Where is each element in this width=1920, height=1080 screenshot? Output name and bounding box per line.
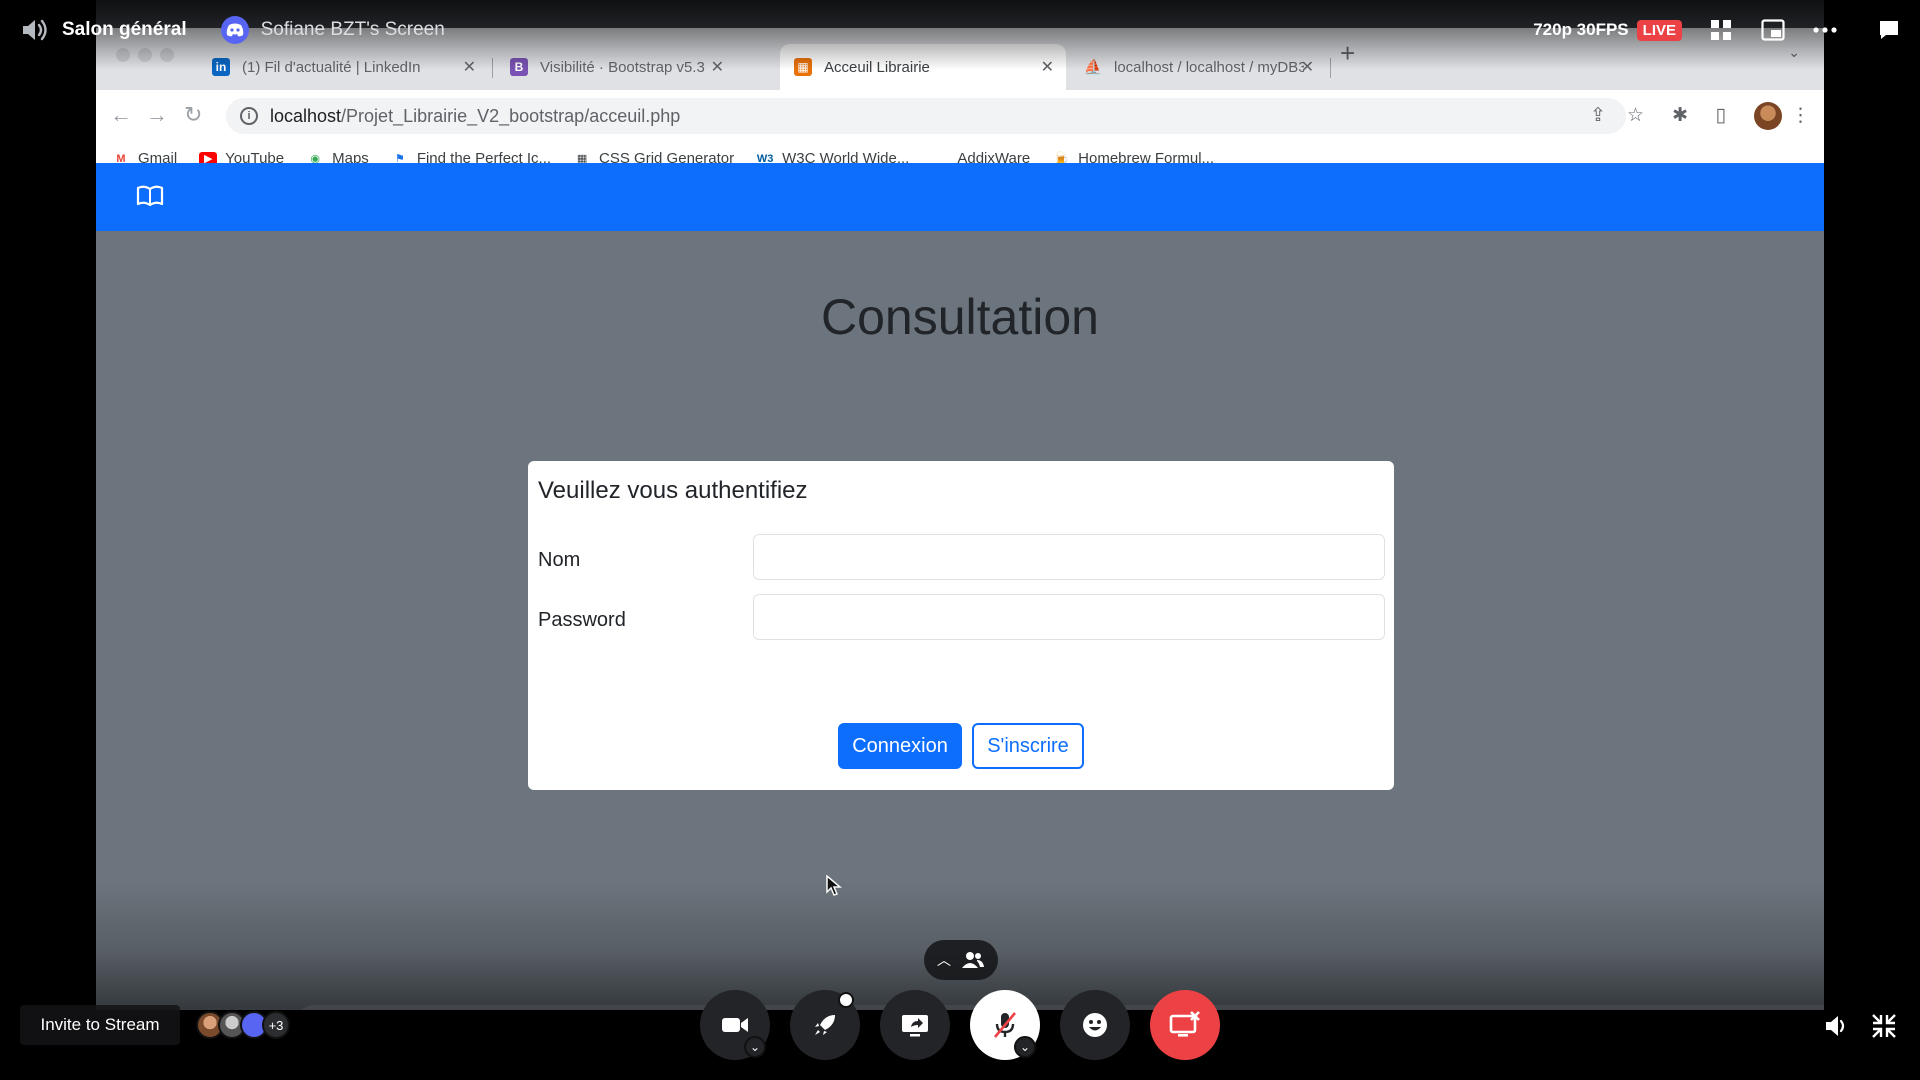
muted-mic-icon [994,1012,1016,1038]
register-button[interactable]: S'inscrire [972,723,1084,769]
invite-to-stream-button[interactable]: Invite to Stream [20,1005,180,1045]
more-viewers-count: +3 [262,1011,290,1039]
password-label: Password [538,609,626,631]
login-card-title: Veuillez vous authentifiez [538,477,808,504]
forward-icon[interactable]: → [146,102,168,128]
book-icon[interactable] [136,185,164,207]
live-badge: LIVE [1636,19,1682,41]
smiley-icon [1083,1013,1107,1037]
viewer-avatars[interactable]: +3 [196,1011,290,1039]
share-icon[interactable]: ⇪ [1590,104,1606,127]
chevron-down-icon[interactable]: ⌄ [744,1036,766,1058]
exit-fullscreen-icon[interactable] [1870,1012,1898,1040]
rocket-icon [815,1015,835,1035]
screen-share-icon [902,1015,928,1037]
profile-avatar[interactable] [1754,102,1782,130]
people-icon [962,952,984,968]
url-text: localhost/Projet_Librairie_V2_bootstrap/… [270,105,681,126]
login-card: Veuillez vous authentifiez Nom Password … [528,461,1394,790]
more-icon[interactable] [1812,17,1838,43]
stream-quality: 720p 30FPS [1533,20,1629,39]
site-navbar [96,163,1824,231]
reload-icon[interactable]: ↻ [184,102,202,128]
emoji-button[interactable] [1060,990,1130,1060]
extensions-icon[interactable]: ✱ [1672,104,1688,127]
side-panel-icon[interactable]: ▯ [1716,104,1726,127]
password-input[interactable] [753,594,1385,640]
screen-share-button[interactable] [880,990,950,1060]
stream-header-actions: 720p 30FPS LIVE [1533,14,1902,46]
discord-stream-window: in (1) Fil d'actualité | LinkedIn ✕ B Vi… [0,0,1920,1080]
volume-icon[interactable] [1822,1012,1850,1040]
notification-dot [838,992,854,1008]
shared-screen: in (1) Fil d'actualité | LinkedIn ✕ B Vi… [96,0,1824,1010]
show-participants-button[interactable]: ︿ [924,940,998,980]
chevron-up-icon: ︿ [937,952,951,968]
chat-icon[interactable] [1876,17,1902,43]
discord-logo-icon [220,16,249,44]
bookmark-star-icon[interactable]: ☆ [1627,104,1644,127]
grid-icon[interactable] [1708,17,1734,43]
browser-toolbar: ← → ↻ i localhost/Projet_Librairie_V2_bo… [96,90,1824,142]
page-title: Consultation [821,289,1099,345]
camera-icon [722,1018,748,1032]
site-info-icon[interactable]: i [240,107,258,125]
browser-menu-icon[interactable]: ⋮ [1791,104,1810,127]
speaker-icon [23,19,47,41]
chevron-down-icon[interactable]: ⌄ [1014,1036,1036,1058]
mute-button[interactable]: ⌄ [970,990,1040,1060]
stop-screen-share-icon [1169,1011,1200,1037]
voice-channel-name[interactable]: Salon général [62,19,187,41]
camera-button[interactable]: ⌄ [700,990,770,1060]
stream-title: Sofiane BZT's Screen [260,19,445,40]
back-icon[interactable]: ← [110,102,132,128]
popout-icon[interactable] [1760,17,1786,43]
address-bar[interactable]: i localhost/Projet_Librairie_V2_bootstra… [226,98,1626,134]
activities-button[interactable] [790,990,860,1060]
stream-header: Salon général Sofiane BZT's Screen [20,14,445,46]
login-button[interactable]: Connexion [838,723,962,769]
name-input[interactable] [753,534,1385,580]
stop-stream-button[interactable] [1150,990,1220,1060]
name-label: Nom [538,549,581,571]
